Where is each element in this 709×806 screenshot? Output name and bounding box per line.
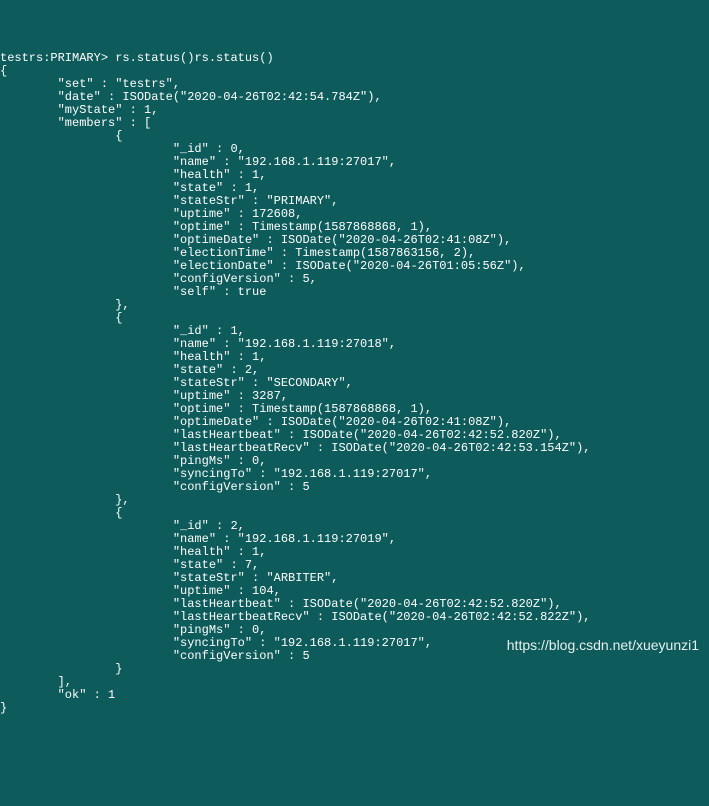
output-line: "members" : [: [0, 116, 151, 130]
output-line: "name" : "192.168.1.119:27017",: [0, 155, 396, 169]
output-line: "syncingTo" : "192.168.1.119:27017",: [0, 467, 432, 481]
output-line: "stateStr" : "SECONDARY",: [0, 376, 353, 390]
output-line: "uptime" : 104,: [0, 584, 281, 598]
output-line: "state" : 1,: [0, 181, 259, 195]
output-line: "lastHeartbeat" : ISODate("2020-04-26T02…: [0, 597, 562, 611]
output-line: "configVersion" : 5,: [0, 272, 317, 286]
terminal-output[interactable]: testrs:PRIMARY> rs.status()rs.status() {…: [0, 52, 709, 715]
output-line: {: [0, 129, 122, 143]
output-line: },: [0, 298, 130, 312]
output-line: "health" : 1,: [0, 545, 266, 559]
output-line: "optime" : Timestamp(1587868868, 1),: [0, 402, 432, 416]
prompt: testrs:PRIMARY>: [0, 51, 108, 65]
output-line: {: [0, 311, 122, 325]
output-line: "pingMs" : 0,: [0, 623, 266, 637]
output-line: "configVersion" : 5: [0, 480, 310, 494]
watermark-text: https://blog.csdn.net/xueyunzi1: [507, 639, 699, 652]
output-line: "configVersion" : 5: [0, 649, 310, 663]
output-line: "ok" : 1: [0, 688, 115, 702]
output-line: "optimeDate" : ISODate("2020-04-26T02:41…: [0, 233, 511, 247]
output-line: ],: [0, 675, 72, 689]
output-line: }: [0, 662, 122, 676]
output-line: "_id" : 1,: [0, 324, 245, 338]
output-line: "electionTime" : Timestamp(1587863156, 2…: [0, 246, 475, 260]
output-line: "myState" : 1,: [0, 103, 158, 117]
output-line: "stateStr" : "PRIMARY",: [0, 194, 338, 208]
output-line: "name" : "192.168.1.119:27018",: [0, 337, 396, 351]
output-line: "optime" : Timestamp(1587868868, 1),: [0, 220, 432, 234]
output-line: },: [0, 493, 130, 507]
output-line: "state" : 7,: [0, 558, 259, 572]
output-line: "set" : "testrs",: [0, 77, 180, 91]
output-line: "pingMs" : 0,: [0, 454, 266, 468]
output-line: "lastHeartbeatRecv" : ISODate("2020-04-2…: [0, 441, 591, 455]
output-line: "health" : 1,: [0, 350, 266, 364]
output-line: "uptime" : 172608,: [0, 207, 302, 221]
output-line: "self" : true: [0, 285, 266, 299]
output-line: "lastHeartbeat" : ISODate("2020-04-26T02…: [0, 428, 562, 442]
output-line: "electionDate" : ISODate("2020-04-26T01:…: [0, 259, 526, 273]
output-line: "_id" : 0,: [0, 142, 245, 156]
output-line: "health" : 1,: [0, 168, 266, 182]
output-line: "name" : "192.168.1.119:27019",: [0, 532, 396, 546]
output-line: "lastHeartbeatRecv" : ISODate("2020-04-2…: [0, 610, 591, 624]
output-line: "state" : 2,: [0, 363, 259, 377]
command-input[interactable]: rs.status()rs.status(): [115, 51, 273, 65]
output-line: "syncingTo" : "192.168.1.119:27017",: [0, 636, 432, 650]
output-line: {: [0, 64, 7, 78]
output-line: "date" : ISODate("2020-04-26T02:42:54.78…: [0, 90, 382, 104]
output-line: }: [0, 701, 7, 715]
output-line: "uptime" : 3287,: [0, 389, 288, 403]
output-line: {: [0, 506, 122, 520]
output-line: "stateStr" : "ARBITER",: [0, 571, 338, 585]
output-line: "_id" : 2,: [0, 519, 245, 533]
output-line: "optimeDate" : ISODate("2020-04-26T02:41…: [0, 415, 511, 429]
